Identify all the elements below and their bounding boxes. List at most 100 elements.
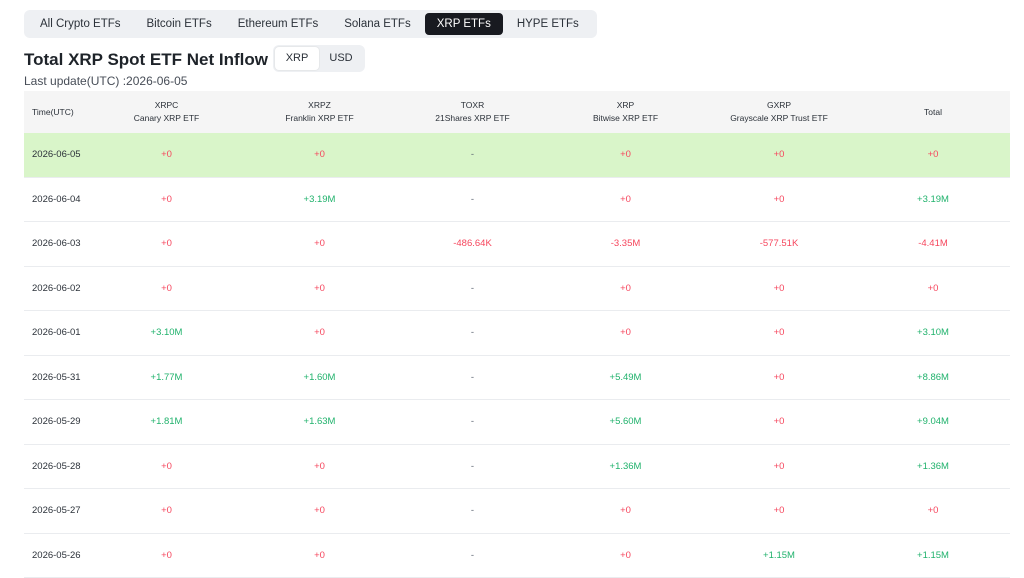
cell-total: +0 [856,488,1010,534]
cell-toxr: - [396,133,549,178]
column-ticker: GXRP [766,100,792,110]
unit-usd-button[interactable]: USD [319,47,363,70]
cell-xrpc: +1.81M [90,399,243,445]
column-fund-name: Franklin XRP ETF [285,113,354,123]
tab-ethereum-etfs[interactable]: Ethereum ETFs [226,13,331,35]
cell-xrpz: +1.60M [243,355,396,400]
cell-xrpz: +0 [243,266,396,311]
cell-xrpz: +3.19M [243,177,396,222]
column-header-toxr: TOXR 21Shares XRP ETF [396,91,549,133]
row-date: 2026-06-04 [24,177,90,222]
column-fund-name: Bitwise XRP ETF [592,113,659,123]
etf-flow-table: Time(UTC) XRPC Canary XRP ETF XRPZ Frankli… [24,91,1010,578]
cell-xrp: +0 [549,266,702,311]
unit-toggle: XRP USD [273,45,365,72]
cell-xrpz: +0 [243,221,396,267]
column-header-xrpz: XRPZ Franklin XRP ETF [243,91,396,133]
cell-toxr: - [396,177,549,222]
cell-xrpc: +0 [90,444,243,489]
tab-bitcoin-etfs[interactable]: Bitcoin ETFs [135,13,224,35]
cell-total: +3.19M [856,177,1010,222]
row-date: 2026-06-03 [24,221,90,267]
tab-xrp-etfs[interactable]: XRP ETFs [424,13,503,35]
cell-toxr: - [396,444,549,489]
row-date: 2026-06-01 [24,310,90,356]
column-fund-name: 21Shares XRP ETF [435,113,510,123]
cell-xrp: +5.60M [549,399,702,445]
cell-toxr: - [396,533,549,578]
cell-xrp: +5.49M [549,355,702,400]
cell-xrp: +1.36M [549,444,702,489]
cell-total: +1.36M [856,444,1010,489]
tab-solana-etfs[interactable]: Solana ETFs [332,13,422,35]
cell-gxrp: +0 [702,177,856,222]
table-row: 2026-06-02 +0 +0- +0 +0 +0 [24,266,1010,311]
column-header-xrp: XRP Bitwise XRP ETF [549,91,702,133]
cell-gxrp: +0 [702,399,856,445]
cell-toxr: - [396,266,549,311]
cell-xrpc: +3.10M [90,310,243,356]
cell-xrpc: +0 [90,266,243,311]
cell-xrp: +0 [549,310,702,356]
cell-gxrp: +0 [702,133,856,178]
table-row: 2026-05-31 +1.77M +1.60M - +5.49M +0 +8.86M [24,355,1010,400]
cell-xrp: +0 [549,177,702,222]
cell-gxrp: +1.15M [702,533,856,578]
cell-gxrp: -577.51K [702,221,856,267]
cell-total: -4.41M [856,221,1010,267]
last-update-text: Last update(UTC) :2026-06-05 [24,74,188,88]
column-header-gxrp: GXRP Grayscale XRP Trust ETF [702,91,856,133]
cell-xrp: -3.35M [549,221,702,267]
cell-toxr: - [396,488,549,534]
cell-xrpz: +1.63M [243,399,396,445]
cell-xrpz: +0 [243,488,396,534]
tab-hype-etfs[interactable]: HYPE ETFs [505,13,591,35]
cell-gxrp: +0 [702,444,856,489]
cell-toxr: -486.64K [396,221,549,267]
cell-xrpc: +0 [90,133,243,178]
etf-category-tabs: All Crypto ETFs Bitcoin ETFs Ethereum ET… [24,10,597,38]
cell-toxr: - [396,399,549,445]
cell-xrpc: +0 [90,488,243,534]
column-fund-name: Canary XRP ETF [133,113,200,123]
table-row: 2026-06-01 +3.10M +0- +0 +0 +3.10M [24,310,1010,356]
row-date: 2026-05-31 [24,355,90,400]
column-ticker: XRP [616,100,635,110]
cell-xrpc: +0 [90,221,243,267]
cell-xrpz: +0 [243,533,396,578]
row-date: 2026-06-05 [24,133,90,178]
cell-toxr: - [396,355,549,400]
cell-xrpc: +1.77M [90,355,243,400]
table-row: 2026-05-29 +1.81M +1.63M - +5.60M +0 +9.04M [24,399,1010,445]
row-date: 2026-05-28 [24,444,90,489]
cell-total: +3.10M [856,310,1010,356]
table-row: 2026-06-03 +0 +0 -486.64K -3.35M -577.51K -4.4… [24,221,1010,267]
tab-all-crypto-etfs[interactable]: All Crypto ETFs [28,13,133,35]
cell-xrpz: +0 [243,133,396,178]
table-row: 2026-05-28 +0 +0- +1.36M +0 +1.36M [24,444,1010,489]
cell-xrpz: +0 [243,310,396,356]
table-header-row: Time(UTC) XRPC Canary XRP ETF XRPZ Frankli… [24,91,1010,133]
cell-gxrp: +0 [702,266,856,311]
column-header-total: Total [856,91,1010,133]
cell-xrp: +0 [549,488,702,534]
table-row: 2026-05-26 +0 +0- +0 +1.15M +1.15M [24,533,1010,578]
table-row: 2026-06-05 +0 +0- +0 +0 +0 [24,133,1010,178]
cell-xrp: +0 [549,133,702,178]
cell-total: +1.15M [856,533,1010,578]
cell-total: +0 [856,133,1010,178]
row-date: 2026-05-27 [24,488,90,534]
cell-gxrp: +0 [702,488,856,534]
cell-total: +8.86M [856,355,1010,400]
cell-gxrp: +0 [702,355,856,400]
cell-total: +0 [856,266,1010,311]
table-row: 2026-06-04 +0 +3.19M - +0 +0 +3.19M [24,177,1010,222]
table-row: 2026-05-27 +0 +0- +0 +0 +0 [24,488,1010,534]
unit-xrp-button[interactable]: XRP [275,47,319,70]
column-header-time: Time(UTC) [24,91,90,133]
cell-xrp: +0 [549,533,702,578]
cell-total: +9.04M [856,399,1010,445]
column-ticker: XRPC [154,100,179,110]
cell-xrpz: +0 [243,444,396,489]
table-body: 2026-06-05 +0 +0- +0 +0 +0 2026-06-04 +0 +3.19M -… [24,133,1010,578]
